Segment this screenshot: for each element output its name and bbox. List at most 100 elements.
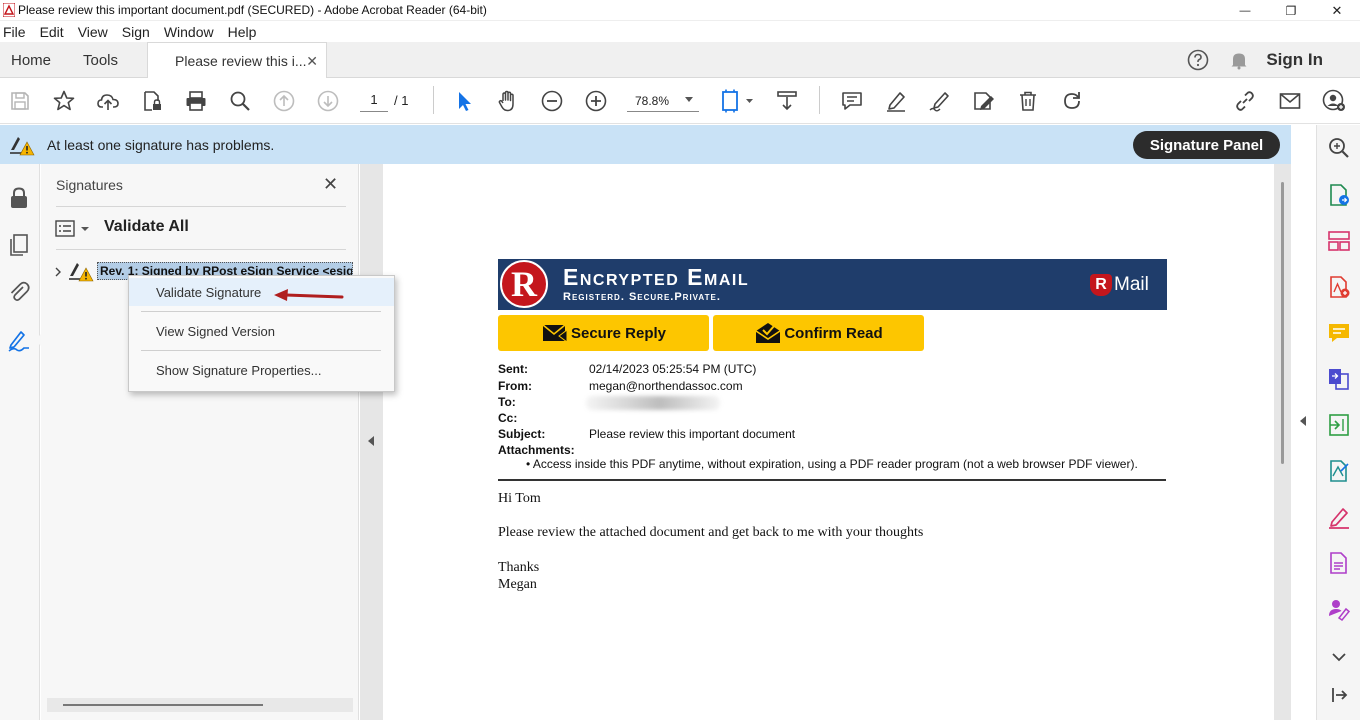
expand-tools-pane-arrow-icon[interactable] bbox=[1300, 416, 1306, 426]
bookmark-star-button[interactable] bbox=[51, 88, 77, 114]
hand-tool-button[interactable] bbox=[495, 88, 521, 114]
maximize-icon: ❐ bbox=[1285, 3, 1297, 18]
confirm-read-button[interactable]: Confirm Read bbox=[713, 315, 924, 351]
sender-name-text: Megan bbox=[498, 577, 537, 592]
delete-button[interactable] bbox=[1015, 88, 1041, 114]
tab-tools[interactable]: Tools bbox=[83, 42, 118, 78]
scrolling-mode-button[interactable] bbox=[774, 88, 800, 114]
lock-icon[interactable] bbox=[6, 185, 32, 211]
draw-button[interactable] bbox=[927, 88, 953, 114]
cc-label: Cc: bbox=[498, 411, 518, 425]
zoom-level-select[interactable]: 78.8% bbox=[627, 92, 699, 112]
menu-window[interactable]: Window bbox=[164, 24, 214, 40]
menu-file[interactable]: File bbox=[3, 24, 26, 40]
share-user-button[interactable] bbox=[1321, 88, 1347, 114]
chevron-right-icon[interactable] bbox=[53, 267, 63, 277]
select-tool-button[interactable] bbox=[451, 88, 477, 114]
add-comment-button[interactable] bbox=[839, 88, 865, 114]
tab-document[interactable]: Please review this i... ✕ bbox=[147, 42, 327, 79]
redacted-recipient bbox=[586, 396, 720, 410]
validate-all-button[interactable]: Validate All bbox=[104, 218, 189, 236]
confirm-read-label: Confirm Read bbox=[784, 324, 883, 342]
edit-pdf-icon[interactable] bbox=[1327, 459, 1351, 483]
menu-edit[interactable]: Edit bbox=[40, 24, 64, 40]
menu-separator bbox=[141, 350, 381, 351]
organize-pages-icon[interactable] bbox=[1327, 229, 1351, 253]
menu-item-view-signed-version[interactable]: View Signed Version bbox=[129, 317, 394, 345]
scrollbar-thumb[interactable] bbox=[63, 704, 263, 706]
tab-home[interactable]: Home bbox=[11, 42, 51, 78]
more-tools-chevron-down-icon[interactable] bbox=[1327, 645, 1351, 669]
protect-file-button[interactable] bbox=[139, 88, 165, 114]
menu-item-validate-signature[interactable]: Validate Signature bbox=[129, 278, 394, 306]
acrobat-app-icon bbox=[3, 3, 15, 17]
find-text-button[interactable] bbox=[227, 88, 253, 114]
print-button[interactable] bbox=[183, 88, 209, 114]
secure-reply-envelope-icon bbox=[542, 324, 568, 343]
greeting-text: Hi Tom bbox=[498, 491, 541, 506]
notification-bell-icon[interactable] bbox=[1229, 50, 1249, 70]
menu-help[interactable]: Help bbox=[228, 24, 257, 40]
signature-options-menu-button[interactable] bbox=[55, 219, 93, 239]
fill-and-sign-tool-icon[interactable] bbox=[1327, 505, 1351, 529]
request-signatures-icon[interactable] bbox=[1327, 597, 1351, 621]
from-value: megan@northendassoc.com bbox=[589, 379, 743, 393]
horizontal-scrollbar[interactable] bbox=[47, 698, 353, 712]
combine-files-icon[interactable] bbox=[1327, 367, 1351, 391]
close-window-button[interactable]: ✕ bbox=[1314, 0, 1360, 21]
sign-in-button[interactable]: Sign In bbox=[1266, 50, 1323, 70]
next-page-button[interactable] bbox=[315, 88, 341, 114]
paperclip-icon[interactable] bbox=[6, 278, 32, 304]
menu-view[interactable]: View bbox=[78, 24, 108, 40]
maximize-button[interactable]: ❐ bbox=[1268, 0, 1314, 21]
confirm-read-envelope-icon bbox=[755, 323, 781, 343]
signatures-panel-close-icon[interactable]: ✕ bbox=[323, 174, 338, 195]
zoom-search-icon[interactable] bbox=[1327, 136, 1351, 160]
compress-pdf-icon[interactable] bbox=[1327, 413, 1351, 437]
zoom-out-button[interactable] bbox=[539, 88, 565, 114]
tab-close-icon[interactable]: ✕ bbox=[306, 53, 318, 70]
secure-reply-button[interactable]: Secure Reply bbox=[498, 315, 709, 351]
page-number-input[interactable]: 1 bbox=[360, 92, 388, 112]
collapse-pane-icon[interactable] bbox=[1327, 683, 1351, 707]
comment-tool-icon[interactable] bbox=[1327, 321, 1351, 345]
upload-cloud-button[interactable] bbox=[95, 88, 121, 114]
menu-item-show-signature-properties[interactable]: Show Signature Properties... bbox=[129, 356, 394, 384]
share-link-button[interactable] bbox=[1232, 88, 1258, 114]
previous-page-button[interactable] bbox=[271, 88, 297, 114]
file-lock-icon bbox=[144, 91, 161, 111]
rotate-icon bbox=[1064, 92, 1080, 109]
create-pdf-icon[interactable] bbox=[1327, 275, 1351, 299]
pdf-page bbox=[383, 164, 1274, 720]
pages-icon[interactable] bbox=[6, 232, 32, 258]
signatures-nav-item[interactable] bbox=[0, 314, 41, 364]
undo-button[interactable] bbox=[1059, 88, 1085, 114]
tab-document-label: Please review this i... bbox=[175, 53, 307, 69]
signature-panel-button[interactable]: Signature Panel bbox=[1133, 131, 1280, 159]
annotation-arrow-icon bbox=[274, 289, 344, 301]
protect-pdf-icon[interactable] bbox=[1327, 551, 1351, 575]
signature-warning-icon bbox=[10, 137, 35, 156]
signature-pen-icon bbox=[8, 331, 29, 352]
help-icon[interactable] bbox=[1187, 49, 1209, 71]
body-text: Please review the attached document and … bbox=[498, 525, 924, 540]
menu-sign[interactable]: Sign bbox=[122, 24, 150, 40]
fill-sign-button[interactable] bbox=[971, 88, 997, 114]
banner-subtitle: Registerd. Secure.Private. bbox=[563, 291, 721, 303]
collapse-panel-arrow-icon[interactable] bbox=[368, 436, 374, 446]
zoom-level-value: 78.8% bbox=[635, 94, 670, 108]
close-icon: ✕ bbox=[1331, 2, 1343, 18]
sent-value: 02/14/2023 05:25:54 PM (UTC) bbox=[589, 362, 757, 376]
zoom-in-button[interactable] bbox=[583, 88, 609, 114]
email-button[interactable] bbox=[1277, 88, 1303, 114]
tab-bar: Home Tools Please review this i... ✕ Sig… bbox=[0, 42, 1360, 79]
minimize-button[interactable]: — bbox=[1222, 0, 1268, 21]
highlight-button[interactable] bbox=[883, 88, 909, 114]
user-add-icon bbox=[1322, 89, 1345, 111]
comment-icon bbox=[842, 92, 862, 110]
save-button[interactable] bbox=[7, 88, 33, 114]
page-display-button[interactable] bbox=[718, 88, 756, 114]
vertical-scrollbar[interactable] bbox=[1281, 182, 1284, 464]
export-pdf-icon[interactable] bbox=[1327, 183, 1351, 207]
attachments-note: • Access inside this PDF anytime, withou… bbox=[526, 457, 1138, 471]
